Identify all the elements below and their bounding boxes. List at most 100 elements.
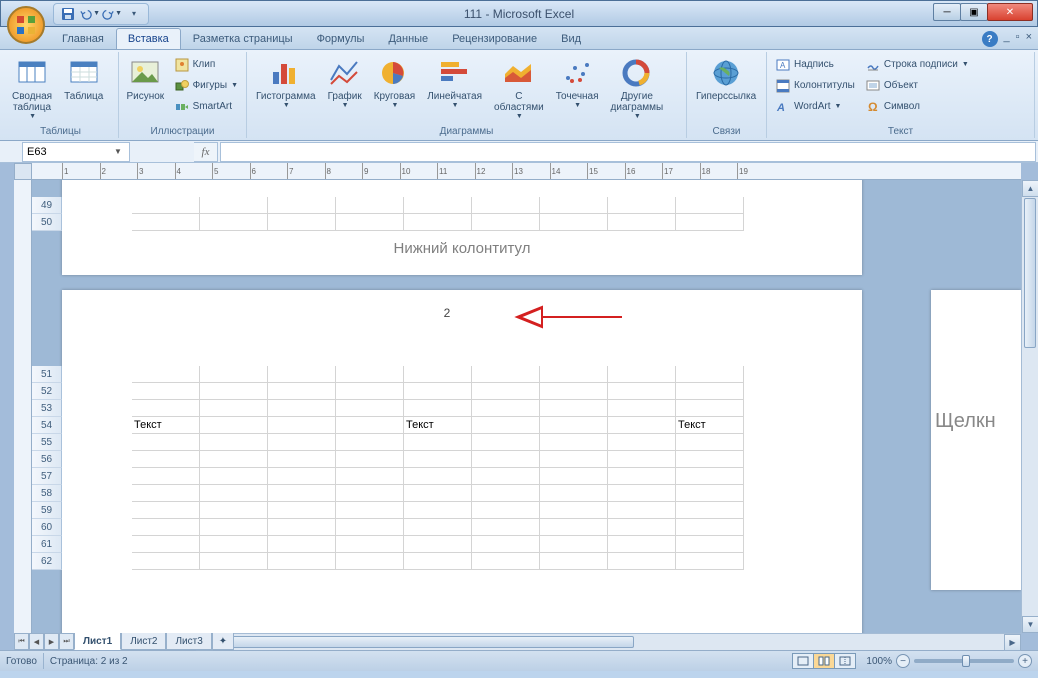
cell[interactable]: [676, 366, 744, 383]
cell[interactable]: [404, 434, 472, 451]
cell[interactable]: [540, 451, 608, 468]
cell[interactable]: [200, 400, 268, 417]
scroll-down-button[interactable]: ▼: [1022, 616, 1038, 633]
cell[interactable]: [132, 553, 200, 570]
cell[interactable]: [608, 400, 676, 417]
qat-customize[interactable]: ▾: [124, 4, 144, 24]
cell[interactable]: [472, 400, 540, 417]
other-charts-button[interactable]: Другие диаграммы▼: [606, 54, 669, 123]
column-chart-button[interactable]: Гистограмма▼: [251, 54, 321, 112]
cell[interactable]: [472, 434, 540, 451]
cell[interactable]: [472, 417, 540, 434]
cell[interactable]: [540, 400, 608, 417]
tab-home[interactable]: Главная: [50, 28, 116, 49]
cell[interactable]: [540, 468, 608, 485]
cell[interactable]: [132, 519, 200, 536]
row-header[interactable]: 62: [32, 553, 62, 570]
cell[interactable]: [336, 553, 404, 570]
cell[interactable]: [404, 400, 472, 417]
cell[interactable]: [608, 434, 676, 451]
page-footer[interactable]: Нижний колонтитул: [62, 228, 862, 269]
row-header[interactable]: 50: [32, 214, 62, 231]
help-icon[interactable]: ?: [982, 31, 998, 47]
cell[interactable]: [200, 485, 268, 502]
cell[interactable]: [268, 468, 336, 485]
tab-formulas[interactable]: Формулы: [305, 28, 377, 49]
row-header[interactable]: 54: [32, 417, 62, 434]
row-header[interactable]: 49: [32, 197, 62, 214]
cell[interactable]: [404, 485, 472, 502]
sheet-tab-3[interactable]: Лист3: [166, 633, 211, 650]
cell[interactable]: [132, 485, 200, 502]
row-header[interactable]: 53: [32, 400, 62, 417]
cell[interactable]: [336, 434, 404, 451]
save-button[interactable]: [58, 4, 78, 24]
cell[interactable]: [608, 502, 676, 519]
symbol-button[interactable]: ΩСимвол: [861, 96, 973, 117]
cell[interactable]: [268, 519, 336, 536]
zoom-out-button[interactable]: −: [896, 654, 910, 668]
view-pagebreak-button[interactable]: [834, 653, 856, 669]
formula-bar-input[interactable]: [220, 142, 1036, 162]
pivot-table-button[interactable]: Сводная таблица ▼: [7, 54, 57, 123]
cell[interactable]: [404, 519, 472, 536]
redo-button[interactable]: ▼: [102, 4, 122, 24]
cell[interactable]: [268, 485, 336, 502]
headerfooter-button[interactable]: Колонтитулы: [771, 75, 859, 96]
cell[interactable]: Текст: [676, 417, 744, 434]
row-header[interactable]: 56: [32, 451, 62, 468]
zoom-in-button[interactable]: +: [1018, 654, 1032, 668]
cell[interactable]: [404, 451, 472, 468]
tab-review[interactable]: Рецензирование: [440, 28, 549, 49]
tab-insert[interactable]: Вставка: [116, 28, 181, 49]
cell[interactable]: [200, 519, 268, 536]
tab-view[interactable]: Вид: [549, 28, 593, 49]
smartart-button[interactable]: SmartArt: [170, 96, 242, 117]
scroll-h-thumb[interactable]: [214, 636, 634, 648]
cell[interactable]: [336, 536, 404, 553]
minimize-button[interactable]: ─: [933, 3, 961, 21]
vertical-scrollbar[interactable]: ▲ ▼: [1021, 180, 1038, 633]
cell[interactable]: [608, 485, 676, 502]
cell[interactable]: [540, 485, 608, 502]
textbox-button[interactable]: AНадпись: [771, 54, 859, 75]
scroll-up-button[interactable]: ▲: [1022, 180, 1038, 197]
undo-button[interactable]: ▼: [80, 4, 100, 24]
cell[interactable]: [676, 468, 744, 485]
cell[interactable]: [540, 417, 608, 434]
cell[interactable]: [336, 366, 404, 383]
cell[interactable]: [608, 366, 676, 383]
row-header[interactable]: 52: [32, 383, 62, 400]
cell[interactable]: [132, 366, 200, 383]
cell[interactable]: [268, 451, 336, 468]
sheet-area[interactable]: ABCDEFGHI 49 50 Нижний колонтитул 2: [32, 180, 1021, 633]
cell[interactable]: [540, 536, 608, 553]
signature-line-button[interactable]: Строка подписи▼: [861, 54, 973, 75]
cell[interactable]: [200, 417, 268, 434]
area-chart-button[interactable]: С областями▼: [489, 54, 549, 123]
cell[interactable]: [200, 536, 268, 553]
cell[interactable]: [268, 383, 336, 400]
cell[interactable]: [268, 536, 336, 553]
zoom-slider[interactable]: [914, 659, 1014, 663]
cell[interactable]: [676, 553, 744, 570]
cell[interactable]: [472, 468, 540, 485]
cell[interactable]: [132, 400, 200, 417]
picture-button[interactable]: Рисунок: [123, 54, 168, 105]
cell[interactable]: [404, 366, 472, 383]
cell[interactable]: [268, 417, 336, 434]
tab-data[interactable]: Данные: [376, 28, 440, 49]
sheet-nav-next[interactable]: ▶: [44, 633, 59, 650]
cell[interactable]: [472, 519, 540, 536]
object-button[interactable]: Объект: [861, 75, 973, 96]
row-header[interactable]: 55: [32, 434, 62, 451]
sheet-tab-2[interactable]: Лист2: [121, 633, 166, 650]
cell[interactable]: [472, 383, 540, 400]
cell[interactable]: [540, 383, 608, 400]
cell[interactable]: [676, 502, 744, 519]
cell[interactable]: [676, 451, 744, 468]
cell[interactable]: [200, 553, 268, 570]
zoom-level[interactable]: 100%: [866, 656, 892, 667]
sheet-tab-1[interactable]: Лист1: [74, 633, 121, 650]
cell[interactable]: [336, 417, 404, 434]
